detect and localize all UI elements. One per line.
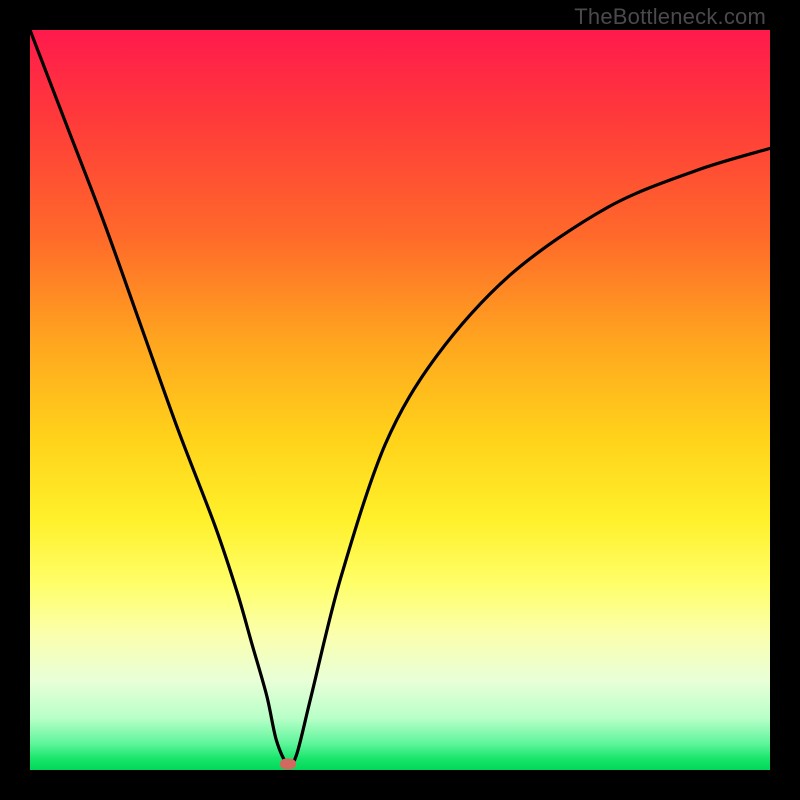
plot-area (30, 30, 770, 770)
bottleneck-curve (30, 30, 770, 770)
optimum-marker (280, 759, 296, 770)
chart-frame: TheBottleneck.com (0, 0, 800, 800)
watermark-text: TheBottleneck.com (574, 4, 766, 30)
